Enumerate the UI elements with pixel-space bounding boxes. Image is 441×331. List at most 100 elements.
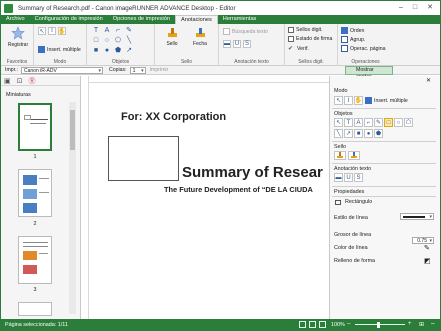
pane-close-icon[interactable]: ✕: [426, 77, 431, 84]
section-stamp: Sello: [334, 144, 346, 150]
two-page-view-icon[interactable]: [319, 321, 326, 328]
pen-icon[interactable]: ✎: [125, 26, 133, 34]
pane-hand-tool-icon[interactable]: ✋: [354, 96, 363, 105]
pane-polygon-icon[interactable]: ⬠: [404, 118, 413, 127]
page-thumbnail-3[interactable]: [18, 236, 52, 284]
highlight-icon[interactable]: ▬: [223, 40, 231, 48]
text-box-icon[interactable]: T: [92, 26, 100, 34]
minimize-button[interactable]: –: [395, 3, 407, 12]
pane-text-box-icon[interactable]: T: [344, 118, 353, 127]
register-button[interactable]: Registrar: [3, 26, 33, 48]
date-label: Fecha: [193, 41, 207, 47]
text-search-icon: [223, 28, 230, 35]
tab-archivo[interactable]: Archivo: [1, 15, 30, 24]
page-thumbnail-4[interactable]: [18, 302, 52, 316]
verify-button[interactable]: ✔ Verif.: [288, 45, 309, 53]
zoom-slider[interactable]: [355, 324, 405, 325]
pane-underline-icon[interactable]: U: [344, 173, 353, 182]
bookmarks-tab-icon[interactable]: ⊡: [17, 77, 23, 85]
page-operations-button[interactable]: Operac. página: [341, 45, 385, 52]
pane-stamp-icon[interactable]: [334, 151, 346, 160]
pane-line-icon[interactable]: ╲: [334, 129, 343, 138]
filled-rect-icon[interactable]: ■: [92, 46, 100, 54]
document-for-text: For: XX Corporation: [121, 111, 227, 123]
pane-insert-multiple-icon: [365, 97, 372, 104]
pane-text-select-icon[interactable]: I: [344, 96, 353, 105]
pane-filled-polygon-icon[interactable]: ⬟: [374, 129, 383, 138]
show-annotations-button[interactable]: Mostrar anotac.: [345, 66, 393, 80]
pane-callout-icon[interactable]: ⌐: [364, 118, 373, 127]
continuous-view-icon[interactable]: [309, 321, 316, 328]
pane-rectangle-icon[interactable]: □: [384, 118, 393, 127]
ribbon-tabs: Archivo Configuración de impresión Opcio…: [1, 15, 440, 24]
text-select-icon[interactable]: I: [48, 27, 56, 35]
rectangle-shape-icon: [335, 200, 341, 205]
digital-stamps-button[interactable]: Sellos digit.: [288, 27, 323, 33]
zoom-out-icon[interactable]: –: [347, 321, 350, 327]
tab-annotations[interactable]: Anotaciones: [174, 15, 218, 24]
pane-filled-ellipse-icon[interactable]: ●: [364, 129, 373, 138]
single-page-view-icon[interactable]: [299, 321, 306, 328]
pane-ellipse-icon[interactable]: ○: [394, 118, 403, 127]
pane-strikethrough-icon[interactable]: S: [354, 173, 363, 182]
callout-icon[interactable]: ⌐: [114, 26, 122, 34]
pane-select-tool-icon[interactable]: ↖: [334, 96, 343, 105]
printer-select[interactable]: Canon iR-ADV: [20, 66, 103, 74]
stamp-button[interactable]: Sello: [159, 27, 185, 47]
page-thumbnail-2[interactable]: [18, 169, 52, 217]
verify-icon: ✔: [288, 46, 294, 52]
insert-multiple-button[interactable]: Insert. múltiple: [38, 46, 81, 53]
close-button[interactable]: ✕: [424, 3, 436, 12]
signature-status-button[interactable]: Estado de firma: [288, 36, 332, 42]
scrollbar-thumb[interactable]: [70, 110, 75, 150]
line-icon[interactable]: ╲: [125, 36, 133, 44]
document-subtitle: The Future Development of “DE LA CIUDA: [164, 185, 313, 194]
text-area-icon[interactable]: A: [103, 26, 111, 34]
thumbnails-tab-icon[interactable]: ▣: [4, 77, 11, 85]
thumbnails-scrollbar[interactable]: [69, 102, 76, 314]
filled-ellipse-icon[interactable]: ●: [103, 46, 111, 54]
strikethrough-icon[interactable]: S: [243, 40, 251, 48]
pane-date-stamp-icon[interactable]: [348, 151, 360, 160]
pane-arrow-icon[interactable]: ↗: [344, 129, 353, 138]
select-tool-icon[interactable]: ↖: [38, 27, 46, 35]
underline-icon[interactable]: U: [233, 40, 241, 48]
rectangle-annotation[interactable]: [108, 136, 179, 181]
text-search-button[interactable]: Búsqueda texto: [223, 28, 268, 35]
ribbon: Registrar Favoritos ↖ I ✋ Insert. múltip…: [1, 24, 440, 66]
polygon-icon[interactable]: ⬠: [114, 36, 122, 44]
pane-insert-multiple-button[interactable]: Insert. múltiple: [365, 97, 408, 104]
maximize-button[interactable]: □: [409, 3, 421, 12]
pane-filled-rect-icon[interactable]: ■: [354, 129, 363, 138]
ellipse-icon[interactable]: ○: [103, 36, 111, 44]
hand-tool-icon[interactable]: ✋: [58, 27, 66, 35]
tab-print-settings[interactable]: Configuración de impresión: [30, 15, 108, 24]
pane-highlight-icon[interactable]: ▬: [334, 173, 343, 182]
copies-stepper[interactable]: 1: [129, 66, 146, 74]
tab-print-options[interactable]: Opciones de impresión: [108, 15, 175, 24]
pane-select-icon[interactable]: ↖: [334, 118, 343, 127]
date-button[interactable]: Fecha: [187, 27, 213, 47]
group-label-digital-stamps: Sellos digit.: [298, 59, 324, 65]
line-style-select[interactable]: [400, 213, 434, 220]
fill-color-picker-icon[interactable]: ◩: [424, 257, 431, 265]
fit-page-icon[interactable]: ⊞: [419, 321, 424, 328]
shape-fill-label: Relleno de forma: [334, 258, 376, 264]
group-button[interactable]: Agrup.: [341, 36, 365, 43]
pane-pen-icon[interactable]: ✎: [374, 118, 383, 127]
filled-polygon-icon[interactable]: ⬟: [114, 46, 122, 54]
arrow-icon[interactable]: ↗: [125, 46, 133, 54]
rectangle-icon[interactable]: □: [92, 36, 100, 44]
line-color-picker-icon[interactable]: ✎: [424, 244, 430, 252]
attachments-tab-icon[interactable]: Ⓡ: [29, 76, 36, 86]
page-thumbnail-1[interactable]: [18, 103, 52, 151]
document-view[interactable]: For: XX Corporation Summary of Resear Th…: [82, 76, 329, 319]
print-button[interactable]: Imprimir: [150, 67, 169, 73]
tab-tools[interactable]: Herramientas: [218, 15, 262, 24]
zoom-in-icon[interactable]: +: [408, 321, 412, 327]
line-width-input[interactable]: 0.75: [412, 237, 434, 244]
pane-text-area-icon[interactable]: A: [354, 118, 363, 127]
zoom-slider-thumb[interactable]: [377, 322, 380, 328]
order-button[interactable]: Orden: [341, 27, 364, 34]
fit-width-icon[interactable]: ⇔: [430, 321, 436, 327]
